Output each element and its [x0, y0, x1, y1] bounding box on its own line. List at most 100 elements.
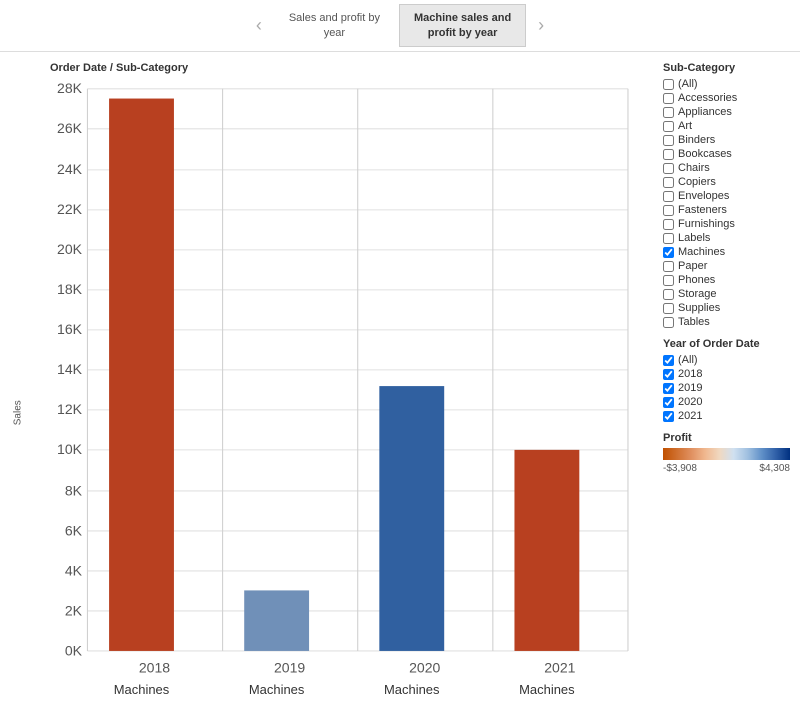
bar-2018: [109, 99, 174, 651]
profit-color-bar: [663, 448, 790, 460]
tab-navigation: ‹ Sales and profit byyear Machine sales …: [0, 0, 800, 52]
label-year-all: (All): [678, 354, 698, 366]
filter-item-machines[interactable]: Machines: [663, 246, 790, 258]
filter-item-art[interactable]: Art: [663, 120, 790, 132]
checkbox-bookcases[interactable]: [663, 149, 674, 160]
checkbox-year-2020[interactable]: [663, 397, 674, 408]
checkbox-tables[interactable]: [663, 317, 674, 328]
checkbox-phones[interactable]: [663, 275, 674, 286]
filter-item-chairs[interactable]: Chairs: [663, 162, 790, 174]
main-container: ‹ Sales and profit byyear Machine sales …: [0, 0, 800, 719]
filter-year-2020[interactable]: 2020: [663, 396, 790, 408]
checkbox-binders[interactable]: [663, 135, 674, 146]
filter-item-labels[interactable]: Labels: [663, 232, 790, 244]
filter-item-envelopes[interactable]: Envelopes: [663, 190, 790, 202]
year-filter-section: Year of Order Date (All) 2018 2019 2020: [663, 338, 790, 422]
label-year-2018: 2018: [678, 368, 702, 380]
chart-wrapper: Sales .grid-line { stroke: #e0e0e0; stro…: [10, 78, 655, 719]
checkbox-chairs[interactable]: [663, 163, 674, 174]
filter-item-furnishings[interactable]: Furnishings: [663, 218, 790, 230]
profit-legend-title: Profit: [663, 432, 790, 444]
svg-text:0K: 0K: [65, 642, 83, 658]
filter-item-fasteners[interactable]: Fasteners: [663, 204, 790, 216]
filter-item-storage[interactable]: Storage: [663, 288, 790, 300]
filter-year-2021[interactable]: 2021: [663, 410, 790, 422]
svg-text:2019: 2019: [274, 660, 305, 676]
svg-text:Machines: Machines: [384, 682, 440, 697]
svg-text:2021: 2021: [544, 660, 575, 676]
bar-2019: [244, 590, 309, 651]
label-labels: Labels: [678, 232, 710, 244]
checkbox-fasteners[interactable]: [663, 205, 674, 216]
filter-item-phones[interactable]: Phones: [663, 274, 790, 286]
checkbox-paper[interactable]: [663, 261, 674, 272]
sub-category-filter-title: Sub-Category: [663, 62, 790, 74]
svg-text:24K: 24K: [57, 161, 83, 177]
svg-text:2020: 2020: [409, 660, 440, 676]
prev-arrow[interactable]: ‹: [246, 15, 272, 36]
svg-text:10K: 10K: [57, 441, 83, 457]
filter-year-2018[interactable]: 2018: [663, 368, 790, 380]
chart-svg: .grid-line { stroke: #e0e0e0; stroke-wid…: [28, 78, 655, 719]
svg-text:26K: 26K: [57, 120, 83, 136]
checkbox-art[interactable]: [663, 121, 674, 132]
svg-text:4K: 4K: [65, 562, 83, 578]
label-supplies: Supplies: [678, 302, 720, 314]
label-all: (All): [678, 78, 698, 90]
tab-sales-profit[interactable]: Sales and profit byyear: [274, 4, 395, 47]
chart-inner: .grid-line { stroke: #e0e0e0; stroke-wid…: [28, 78, 655, 719]
checkbox-supplies[interactable]: [663, 303, 674, 314]
tab-machine-sales[interactable]: Machine sales andprofit by year: [399, 4, 526, 47]
svg-text:12K: 12K: [57, 401, 83, 417]
bar-2021: [514, 450, 579, 651]
svg-text:20K: 20K: [57, 241, 83, 257]
svg-text:18K: 18K: [57, 281, 83, 297]
checkbox-appliances[interactable]: [663, 107, 674, 118]
svg-text:Machines: Machines: [114, 682, 170, 697]
checkbox-copiers[interactable]: [663, 177, 674, 188]
label-tables: Tables: [678, 316, 710, 328]
checkbox-year-all[interactable]: [663, 355, 674, 366]
checkbox-labels[interactable]: [663, 233, 674, 244]
filter-item-tables[interactable]: Tables: [663, 316, 790, 328]
y-axis-label: Sales: [10, 78, 26, 719]
bar-2020: [379, 386, 444, 651]
svg-text:28K: 28K: [57, 80, 83, 96]
filter-item-copiers[interactable]: Copiers: [663, 176, 790, 188]
svg-text:6K: 6K: [65, 522, 83, 538]
checkbox-year-2018[interactable]: [663, 369, 674, 380]
label-binders: Binders: [678, 134, 715, 146]
label-chairs: Chairs: [678, 162, 710, 174]
content-area: Order Date / Sub-Category Sales .grid-li…: [0, 52, 800, 719]
label-year-2019: 2019: [678, 382, 702, 394]
checkbox-year-2019[interactable]: [663, 383, 674, 394]
filter-year-2019[interactable]: 2019: [663, 382, 790, 394]
checkbox-machines[interactable]: [663, 247, 674, 258]
right-panel: Sub-Category (All) Accessories Appliance…: [655, 52, 800, 719]
filter-item-appliances[interactable]: Appliances: [663, 106, 790, 118]
label-copiers: Copiers: [678, 176, 716, 188]
label-phones: Phones: [678, 274, 715, 286]
label-bookcases: Bookcases: [678, 148, 732, 160]
chart-area: Order Date / Sub-Category Sales .grid-li…: [0, 52, 655, 719]
checkbox-year-2021[interactable]: [663, 411, 674, 422]
checkbox-storage[interactable]: [663, 289, 674, 300]
filter-item-all[interactable]: (All): [663, 78, 790, 90]
checkbox-furnishings[interactable]: [663, 219, 674, 230]
svg-text:8K: 8K: [65, 482, 83, 498]
checkbox-all[interactable]: [663, 79, 674, 90]
svg-text:16K: 16K: [57, 321, 83, 337]
filter-item-accessories[interactable]: Accessories: [663, 92, 790, 104]
label-accessories: Accessories: [678, 92, 737, 104]
filter-item-bookcases[interactable]: Bookcases: [663, 148, 790, 160]
checkbox-envelopes[interactable]: [663, 191, 674, 202]
sub-category-filter-list: (All) Accessories Appliances Art Binders: [663, 78, 790, 328]
filter-year-all[interactable]: (All): [663, 354, 790, 366]
next-arrow[interactable]: ›: [528, 15, 554, 36]
filter-item-paper[interactable]: Paper: [663, 260, 790, 272]
filter-item-supplies[interactable]: Supplies: [663, 302, 790, 314]
chart-title: Order Date / Sub-Category: [10, 62, 655, 74]
checkbox-accessories[interactable]: [663, 93, 674, 104]
year-filter-title: Year of Order Date: [663, 338, 790, 350]
filter-item-binders[interactable]: Binders: [663, 134, 790, 146]
